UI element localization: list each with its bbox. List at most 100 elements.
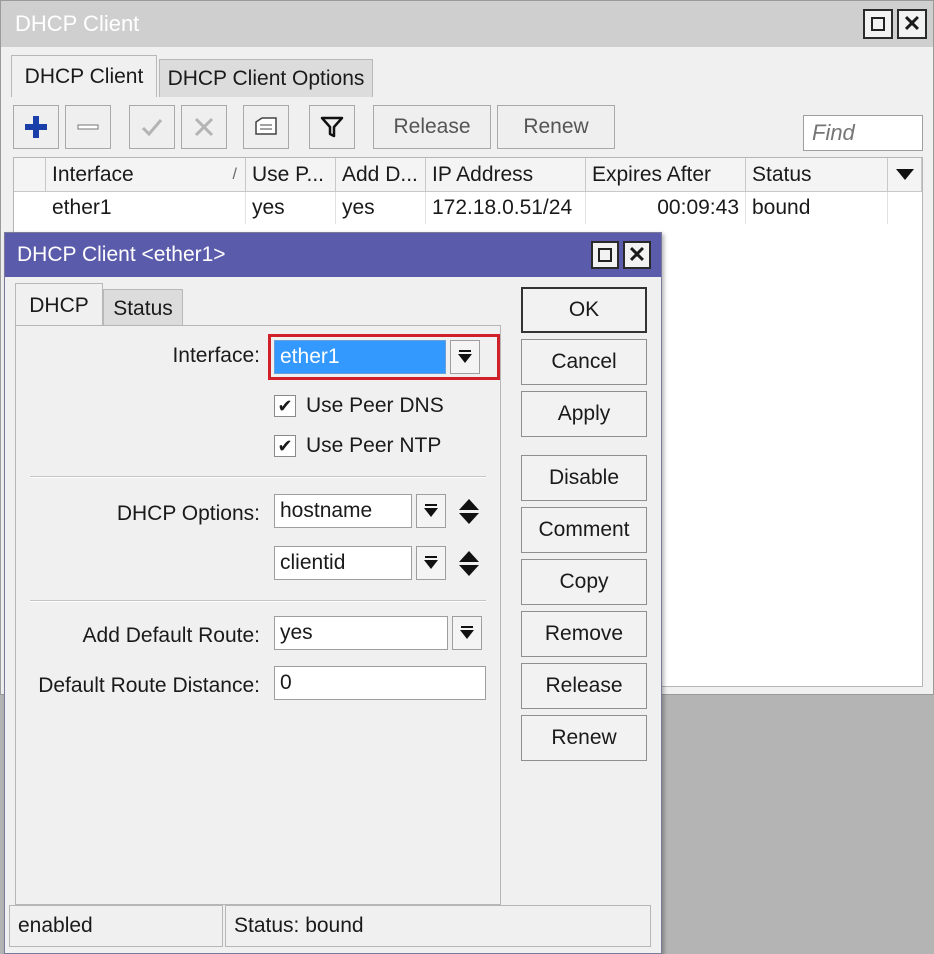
button-label: Release [545,674,623,697]
button-label: OK [568,298,600,321]
header-label: Add D... [342,162,418,186]
interface-dropdown-button[interactable] [450,340,480,374]
column-header-add-default[interactable]: Add D... [336,158,426,192]
maximize-icon [871,17,885,31]
tab-label: Status [113,296,173,320]
renew-button[interactable]: Renew [497,105,615,149]
dropdown-arrow-icon [424,504,438,518]
dropdown-arrow-icon [458,350,472,364]
column-header-status[interactable]: Status [746,158,888,192]
comment-icon [255,117,277,135]
sort-indicator: / [232,165,237,183]
dialog-close-button[interactable]: ✕ [623,241,651,269]
cell-use-peer: yes [246,192,336,224]
filter-icon [320,116,344,138]
enable-button[interactable] [129,105,175,149]
dialog-maximize-button[interactable] [591,241,619,269]
dhcp-option-dropdown-1[interactable] [416,494,446,528]
dhcp-client-dialog: DHCP Client <ether1> ✕ DHCP Status Inter… [4,232,662,954]
use-peer-ntp-checkbox[interactable]: ✔ Use Peer NTP [274,434,441,458]
default-route-distance-input[interactable]: 0 [274,666,486,700]
header-label: Status [752,162,812,186]
column-header-ip-address[interactable]: IP Address [426,158,586,192]
default-route-distance-label: Default Route Distance: [38,674,260,697]
tab-dhcp-client[interactable]: DHCP Client [11,55,157,97]
x-icon [194,117,214,137]
check-icon [141,119,163,137]
header-label: IP Address [432,162,534,186]
row-marker-header [14,158,46,192]
dhcp-option-reorder-1[interactable] [458,494,480,528]
button-label: Copy [559,570,609,593]
dhcp-form-panel: Interface: ether1 ✔ Use Peer DNS ✔ Use P… [15,325,501,905]
main-title-bar[interactable]: DHCP Client ✕ [1,1,933,47]
release-dialog-button[interactable]: Release [521,663,647,709]
tab-status[interactable]: Status [103,289,183,327]
release-button[interactable]: Release [373,105,491,149]
filter-button[interactable] [309,105,355,149]
separator [30,600,486,602]
comment-button[interactable] [243,105,289,149]
dhcp-option-field-2[interactable]: clientid [274,546,412,580]
header-label: Interface [52,162,134,186]
status-bar-enabled: enabled [9,905,223,947]
apply-button[interactable]: Apply [521,391,647,437]
tab-dhcp[interactable]: DHCP [15,283,103,327]
remove-button[interactable] [65,105,111,149]
cell-expires-after: 00:09:43 [586,192,746,224]
interface-value: ether1 [280,345,340,368]
find-input[interactable] [803,115,923,151]
column-menu-button[interactable] [888,158,922,192]
renew-dialog-button[interactable]: Renew [521,715,647,761]
use-peer-dns-label: Use Peer DNS [306,394,444,417]
disable-button[interactable] [181,105,227,149]
maximize-button[interactable] [863,9,893,39]
minus-icon [77,124,99,130]
tab-label: DHCP Client Options [167,66,365,90]
add-button[interactable] [13,105,59,149]
up-arrow-icon [459,550,479,562]
main-window-title: DHCP Client [15,11,140,36]
chevron-down-icon [895,169,914,180]
cell-interface: ether1 [46,192,246,224]
dhcp-options-label: DHCP Options: [116,502,260,525]
table-row[interactable]: ether1 yes yes 172.18.0.51/24 00:09:43 b… [14,192,922,224]
comment-dialog-button[interactable]: Comment [521,507,647,553]
column-header-interface[interactable]: Interface / [46,158,246,192]
dhcp-option-value: clientid [280,551,346,574]
close-icon: ✕ [902,11,922,36]
dhcp-option-reorder-2[interactable] [458,546,480,580]
button-label: Comment [538,518,630,541]
add-default-route-dropdown[interactable] [452,616,482,650]
close-icon: ✕ [627,242,647,267]
dhcp-option-dropdown-2[interactable] [416,546,446,580]
ok-button[interactable]: OK [521,287,647,333]
column-header-expires-after[interactable]: Expires After [586,158,746,192]
dialog-title-bar[interactable]: DHCP Client <ether1> ✕ [5,233,661,277]
checkbox-check-icon: ✔ [274,395,296,417]
renew-label: Renew [523,115,589,138]
status-enabled-text: enabled [18,914,93,937]
tab-label: DHCP [29,293,89,317]
column-header-use-peer[interactable]: Use P... [246,158,336,192]
use-peer-dns-checkbox[interactable]: ✔ Use Peer DNS [274,394,444,418]
tab-dhcp-client-options[interactable]: DHCP Client Options [159,59,373,97]
cancel-button[interactable]: Cancel [521,339,647,385]
dhcp-option-field-1[interactable]: hostname [274,494,412,528]
tab-label: DHCP Client [24,64,144,88]
dropdown-arrow-icon [460,626,474,640]
close-button[interactable]: ✕ [897,9,927,39]
interface-select[interactable]: ether1 [274,340,446,374]
dropdown-arrow-icon [424,556,438,570]
add-default-route-label: Add Default Route: [82,624,260,647]
header-label: Expires After [592,162,712,186]
disable-dialog-button[interactable]: Disable [521,455,647,501]
copy-button[interactable]: Copy [521,559,647,605]
checkbox-check-icon: ✔ [274,435,296,457]
separator [30,476,486,478]
button-label: Remove [544,622,624,645]
add-default-route-select[interactable]: yes [274,616,448,650]
button-label: Cancel [551,350,617,373]
cell-ip-address: 172.18.0.51/24 [426,192,586,224]
remove-dialog-button[interactable]: Remove [521,611,647,657]
